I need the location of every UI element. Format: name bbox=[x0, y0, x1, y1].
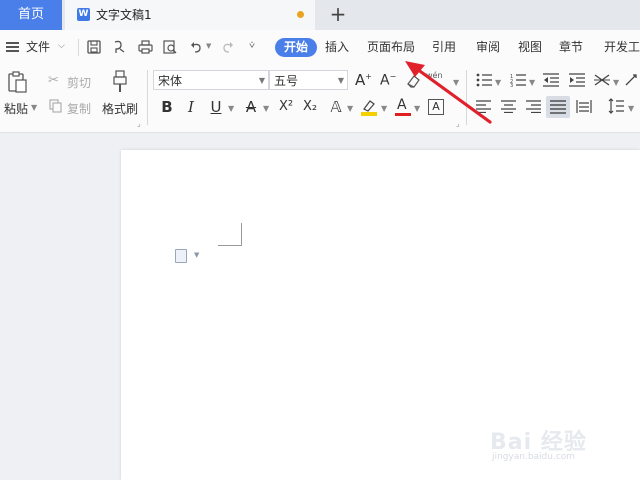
print-icon[interactable] bbox=[137, 39, 153, 55]
show-hide-marks-icon[interactable] bbox=[624, 73, 640, 87]
font-size-value: 五号 bbox=[274, 74, 299, 88]
text-effects-dropdown-icon[interactable]: ▼ bbox=[347, 104, 353, 113]
paste-options-dropdown-icon[interactable]: ▼ bbox=[194, 251, 199, 259]
subscript-button[interactable]: X₂ bbox=[299, 97, 321, 117]
decrease-indent-icon[interactable] bbox=[543, 73, 559, 87]
redo-icon[interactable] bbox=[220, 39, 236, 55]
italic-button[interactable]: I bbox=[181, 97, 201, 117]
tab-view[interactable]: 视图 bbox=[518, 30, 542, 64]
line-spacing-icon[interactable] bbox=[608, 98, 624, 114]
justify-button[interactable] bbox=[546, 96, 570, 118]
underline-dropdown-icon[interactable]: ▼ bbox=[228, 104, 234, 113]
paste-options-icon[interactable] bbox=[175, 249, 187, 263]
chinese-layout-dropdown-icon[interactable]: ▼ bbox=[613, 78, 619, 87]
unsaved-dot-icon bbox=[297, 11, 304, 18]
save-icon[interactable] bbox=[86, 39, 102, 55]
decrease-font-size-icon[interactable]: A− bbox=[380, 72, 396, 89]
copy-button[interactable]: 复制 bbox=[67, 100, 91, 117]
hamburger-menu-icon[interactable] bbox=[6, 41, 20, 53]
line-spacing-dropdown-icon[interactable]: ▼ bbox=[628, 104, 634, 113]
tab-chapter[interactable]: 章节 bbox=[559, 30, 583, 64]
margin-corner-mark bbox=[218, 245, 242, 246]
svg-text:3: 3 bbox=[510, 83, 513, 87]
text-effects-icon[interactable]: 𝔸 bbox=[326, 97, 346, 117]
font-name-dropdown-icon[interactable]: ▼ bbox=[259, 71, 265, 91]
distributed-align-icon[interactable] bbox=[576, 100, 592, 113]
tab-developer[interactable]: 开发工 bbox=[604, 30, 640, 64]
customize-quick-access-icon[interactable]: ⩒ bbox=[249, 40, 255, 51]
document-tab-title: 文字文稿1 bbox=[96, 8, 152, 22]
justify-icon bbox=[550, 100, 566, 114]
menu-divider bbox=[78, 39, 79, 56]
paste-clipboard-icon[interactable] bbox=[8, 71, 28, 93]
paste-dropdown-arrow-icon[interactable]: ▼ bbox=[31, 103, 37, 112]
file-menu-chevron-icon[interactable]: ⌵ bbox=[58, 41, 65, 51]
strikethrough-dropdown-icon[interactable]: ▼ bbox=[263, 104, 269, 113]
watermark-url: jingyan.baidu.com bbox=[492, 452, 576, 462]
print-preview-icon[interactable] bbox=[162, 39, 178, 55]
writer-doc-icon: W bbox=[77, 8, 90, 21]
undo-icon[interactable] bbox=[188, 39, 204, 55]
numbered-list-icon[interactable]: 123 bbox=[510, 73, 526, 89]
scissors-icon: ✂ bbox=[48, 73, 59, 88]
margin-corner-mark bbox=[241, 223, 242, 246]
output-pdf-icon[interactable] bbox=[111, 39, 127, 55]
font-size-combo[interactable]: 五号 ▼ bbox=[269, 70, 348, 90]
ribbon-divider bbox=[147, 70, 148, 125]
font-size-dropdown-icon[interactable]: ▼ bbox=[338, 71, 344, 91]
font-name-value: 宋体 bbox=[158, 74, 183, 88]
cut-button[interactable]: 剪切 bbox=[67, 74, 91, 91]
tab-start[interactable]: 开始 bbox=[275, 38, 317, 57]
align-right-icon[interactable] bbox=[526, 100, 541, 114]
increase-font-size-icon[interactable]: A+ bbox=[355, 71, 372, 89]
new-tab-button[interactable]: + bbox=[327, 3, 349, 27]
increase-indent-icon[interactable] bbox=[569, 73, 585, 87]
underline-button[interactable]: U bbox=[206, 97, 226, 117]
highlight-color-icon[interactable] bbox=[360, 98, 378, 116]
tab-insert[interactable]: 插入 bbox=[325, 30, 349, 64]
chinese-layout-icon[interactable] bbox=[593, 72, 611, 88]
format-painter-brush-icon[interactable] bbox=[111, 70, 129, 94]
format-painter-button[interactable]: 格式刷 bbox=[102, 100, 138, 117]
highlight-dropdown-icon[interactable]: ▼ bbox=[381, 104, 387, 113]
font-name-combo[interactable]: 宋体 ▼ bbox=[153, 70, 269, 90]
document-tab[interactable]: W 文字文稿1 bbox=[65, 0, 315, 30]
red-arrow-annotation bbox=[405, 61, 492, 124]
undo-dropdown-arrow-icon[interactable]: ▼ bbox=[206, 42, 211, 50]
strikethrough-icon[interactable]: A bbox=[241, 97, 261, 117]
bold-button[interactable]: B bbox=[157, 97, 177, 117]
home-tab[interactable]: 首页 bbox=[0, 0, 62, 30]
numbered-list-dropdown-icon[interactable]: ▼ bbox=[529, 78, 535, 87]
superscript-button[interactable]: X² bbox=[275, 97, 297, 117]
file-menu[interactable]: 文件 bbox=[26, 30, 50, 64]
copy-icon bbox=[49, 99, 62, 113]
clipboard-group-launcher-icon[interactable]: ⌟ bbox=[137, 119, 141, 128]
paste-button[interactable]: 粘贴 bbox=[4, 100, 28, 117]
